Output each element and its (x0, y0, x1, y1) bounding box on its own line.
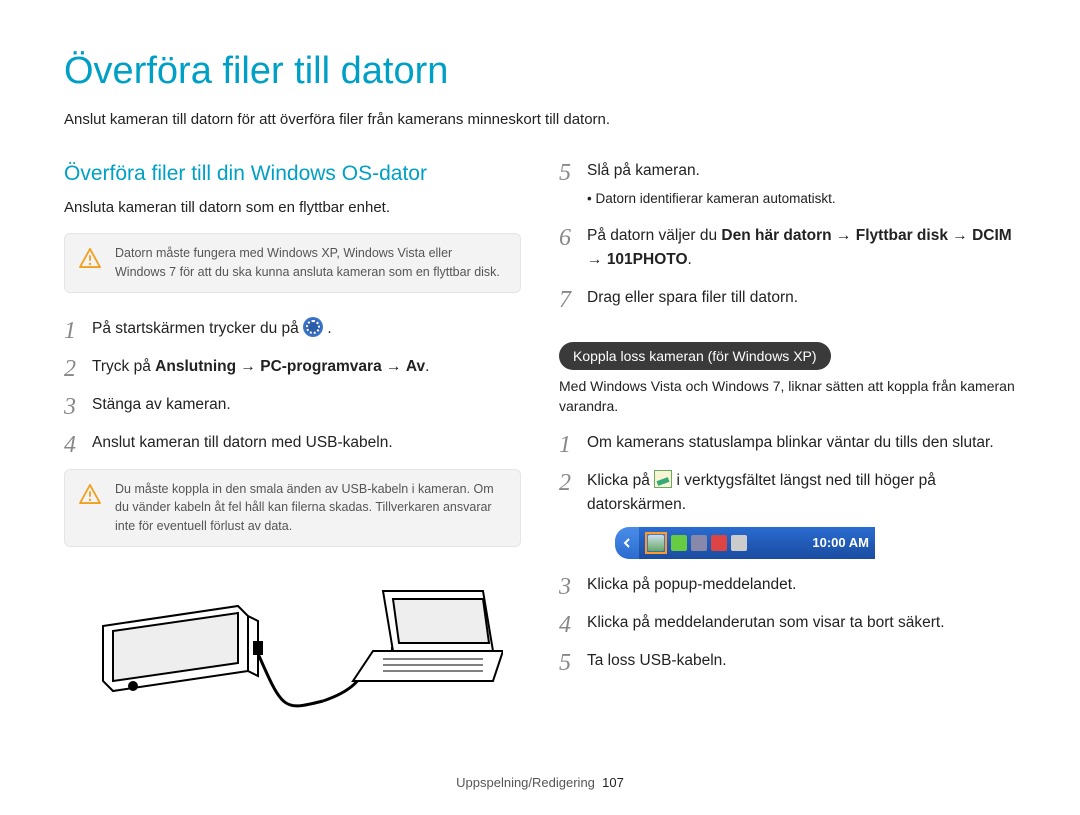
system-tray: 10:00 AM (639, 527, 875, 559)
step-5: Slå på kameran. Datorn identifierar kame… (559, 159, 1016, 210)
right-column: Slå på kameran. Datorn identifierar kame… (559, 159, 1016, 728)
dstep-3: Klicka på popup-meddelandet. (559, 573, 1016, 597)
settings-icon (303, 317, 323, 337)
footer-page-number: 107 (602, 775, 624, 790)
footer-section: Uppspelning/Redigering (456, 775, 595, 790)
step-1: På startskärmen trycker du på . (64, 317, 521, 341)
step-4: Anslut kameran till datorn med USB-kabel… (64, 431, 521, 455)
step-6: På datorn väljer du Den här datorn → Fly… (559, 224, 1016, 272)
dstep-1: Om kamerans statuslampa blinkar väntar d… (559, 431, 1016, 455)
info-note-1: Datorn måste fungera med Windows XP, Win… (64, 233, 521, 293)
taskbar-screenshot: 10:00 AM (615, 527, 875, 559)
note-text: Datorn måste fungera med Windows XP, Win… (115, 246, 500, 279)
left-column: Överföra filer till din Windows OS-dator… (64, 159, 521, 728)
step-2: Tryck på Anslutning → PC-programvara → A… (64, 355, 521, 379)
taskbar-expand-icon (615, 527, 639, 559)
section-sub: Ansluta kameran till datorn som en flytt… (64, 197, 521, 219)
tray-icon (691, 535, 707, 551)
dstep-5: Ta loss USB-kabeln. (559, 649, 1016, 673)
warning-icon (79, 248, 101, 268)
tray-icon (711, 535, 727, 551)
intro-text: Anslut kameran till datorn för att överf… (64, 109, 1016, 131)
safe-remove-icon (654, 470, 672, 488)
disconnect-steps: Om kamerans statuslampa blinkar väntar d… (559, 431, 1016, 673)
dstep-4: Klicka på meddelanderutan som visar ta b… (559, 611, 1016, 635)
warning-icon (79, 484, 101, 504)
note-text: Du måste koppla in den smala änden av US… (115, 482, 494, 534)
tray-icon (731, 535, 747, 551)
steps-list-right: Slå på kameran. Datorn identifierar kame… (559, 159, 1016, 310)
taskbar-time: 10:00 AM (812, 533, 869, 553)
dstep-2: Klicka på i verktygsfältet längst ned ti… (559, 469, 1016, 559)
step-5-sub: Datorn identifierar kameran automatiskt. (587, 189, 1016, 210)
subsection-sub: Med Windows Vista och Windows 7, liknar … (559, 376, 1016, 417)
step-7: Drag eller spara filer till datorn. (559, 286, 1016, 310)
step-3: Stänga av kameran. (64, 393, 521, 417)
subsection-pill: Koppla loss kameran (för Windows XP) (559, 342, 831, 370)
highlighted-tray-icon (645, 532, 667, 554)
usb-illustration (64, 571, 521, 728)
page-title: Överföra filer till datorn (64, 44, 1016, 99)
steps-list-left: På startskärmen trycker du på . Tryck på… (64, 317, 521, 455)
info-note-2: Du måste koppla in den smala änden av US… (64, 469, 521, 547)
section-heading: Överföra filer till din Windows OS-dator (64, 159, 521, 189)
page-footer: Uppspelning/Redigering 107 (0, 774, 1080, 793)
tray-icon (671, 535, 687, 551)
